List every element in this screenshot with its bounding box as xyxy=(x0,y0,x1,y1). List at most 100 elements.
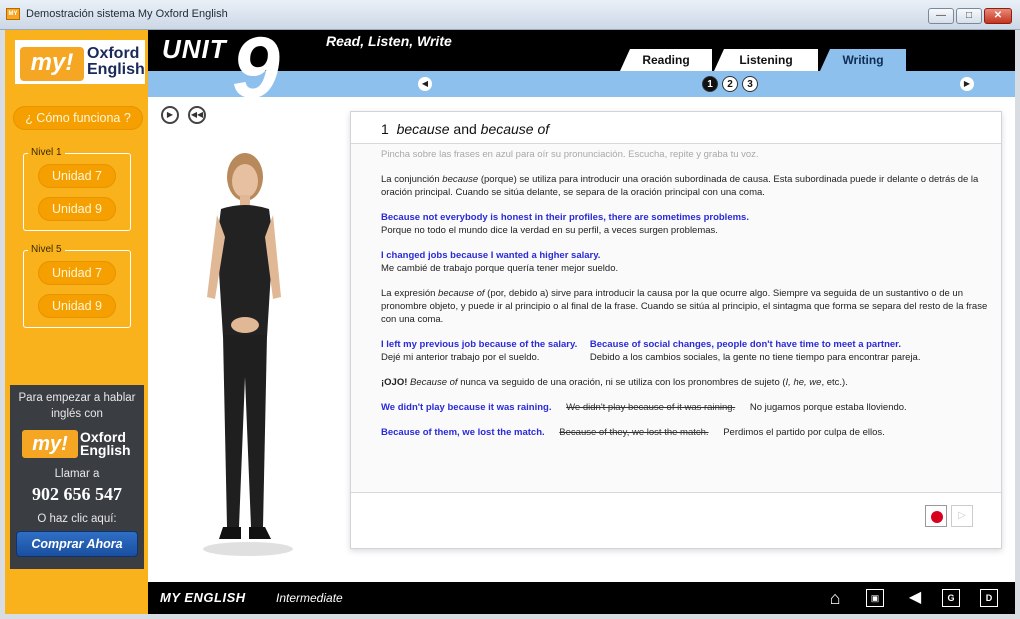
app-icon: MY xyxy=(6,8,20,20)
example-4-translation: Debido a los cambios sociales, la gente … xyxy=(589,352,921,363)
example-1: Because not everybody is honest in their… xyxy=(381,211,991,237)
example-3-audio-link[interactable]: I left my previous job because of the sa… xyxy=(381,338,577,351)
lesson-title-part2: because of xyxy=(480,121,550,137)
lesson-title: 1 because and because of xyxy=(381,121,549,137)
nivel-5-group: Nivel 5 Unidad 7 Unidad 9 xyxy=(23,244,131,328)
lesson-number: 1 xyxy=(381,121,389,137)
play-recording-button[interactable]: ▷ xyxy=(951,505,973,527)
examples-3-4: I left my previous job because of the sa… xyxy=(381,338,991,364)
example-5-translation: No jugamos porque estaba lloviendo. xyxy=(749,402,907,413)
comprar-ahora-button[interactable]: Comprar Ahora xyxy=(16,531,138,557)
promo-logo-my: my! xyxy=(22,430,78,458)
tab-listening[interactable]: Listening xyxy=(714,49,818,71)
example-5-audio-link[interactable]: We didn't play because it was raining. xyxy=(381,402,552,413)
ojo-label: ¡OJO! xyxy=(381,377,408,388)
example-6-wrong: Because of they, we lost the match. xyxy=(559,427,709,438)
promo-line-1: Para empezar a hablar xyxy=(18,392,136,404)
page-1-button[interactable]: 1 xyxy=(702,76,718,92)
instruction-text: Pincha sobre las frases en azul para oír… xyxy=(381,149,759,160)
lesson-title-part1: because xyxy=(396,121,450,137)
unit-header: UNIT 9 Read, Listen, Write Reading Liste… xyxy=(148,25,1015,111)
nivel-1-label: Nivel 1 xyxy=(28,147,65,158)
prev-page-icon[interactable]: ◀ xyxy=(418,77,432,91)
lesson-title-and: and xyxy=(449,121,481,137)
example-1-translation: Porque no todo el mundo dice la verdad e… xyxy=(381,225,718,236)
logo-text: Oxford English xyxy=(87,46,145,78)
rewind-icon[interactable]: ◀◀ xyxy=(188,106,206,124)
example-1-audio-link[interactable]: Because not everybody is honest in their… xyxy=(381,211,991,224)
example-6-translation: Perdimos el partido por culpa de ellos. xyxy=(723,427,885,438)
example-2: I changed jobs because I wanted a higher… xyxy=(381,249,991,275)
nivel-5-unidad-7-button[interactable]: Unidad 7 xyxy=(38,261,116,285)
nivel-5-unidad-9-button[interactable]: Unidad 9 xyxy=(38,294,116,318)
nivel-1-group: Nivel 1 Unidad 7 Unidad 9 xyxy=(23,147,131,231)
minimize-button[interactable]: — xyxy=(928,8,954,24)
ojo-pronouns: I, he, we xyxy=(785,377,822,388)
ojo-end: , etc.). xyxy=(821,377,848,388)
para2-text-a: La expresión xyxy=(381,288,439,299)
promo-phone: 902 656 547 xyxy=(32,484,122,504)
presenter-illustration xyxy=(207,153,281,539)
home-icon[interactable]: ⌂ xyxy=(824,587,846,609)
logo-oxford: Oxford xyxy=(87,45,140,62)
oxford-logo[interactable]: my! Oxford English xyxy=(15,40,145,84)
example-3-translation: Dejé mi anterior trabajo por el sueldo. xyxy=(381,352,540,363)
close-button[interactable]: ✕ xyxy=(984,8,1012,24)
play-icon[interactable]: ▶ xyxy=(161,106,179,124)
para1-em: because xyxy=(442,174,479,185)
presenter-shadow xyxy=(203,542,293,556)
logo-english: English xyxy=(87,61,145,78)
example-3: I left my previous job because of the sa… xyxy=(381,338,577,364)
example-6: Because of them, we lost the match. Beca… xyxy=(381,426,991,439)
section-title: Read, Listen, Write xyxy=(326,33,452,49)
lesson-stage: ▶ ◀◀ 1 because and because of Pincha sob… xyxy=(148,97,1015,582)
page-2-button[interactable]: 2 xyxy=(722,76,738,92)
unit-label: UNIT xyxy=(162,34,227,64)
example-2-translation: Me cambié de trabajo porque quería tener… xyxy=(381,263,619,274)
window-title: Demostración sistema My Oxford English xyxy=(26,8,228,20)
ojo-note: ¡OJO! Because of nunca va seguido de una… xyxy=(381,376,991,389)
example-4: Because of social changes, people don't … xyxy=(590,338,921,364)
para1-text-a: La conjunción xyxy=(381,174,443,185)
tab-writing[interactable]: Writing xyxy=(820,49,906,71)
unit-number: 9 xyxy=(232,20,280,116)
page-3-button[interactable]: 3 xyxy=(742,76,758,92)
dictionary-icon[interactable]: D xyxy=(980,589,998,607)
tab-reading[interactable]: Reading xyxy=(620,49,712,71)
lesson-footer: ▷ xyxy=(351,492,1001,548)
nivel-5-label: Nivel 5 xyxy=(28,244,65,255)
nivel-1-unidad-7-button[interactable]: Unidad 7 xyxy=(38,164,116,188)
example-5-wrong: We didn't play because of it was raining… xyxy=(566,402,736,413)
example-5: We didn't play because it was raining. W… xyxy=(381,401,991,414)
example-2-audio-link[interactable]: I changed jobs because I wanted a higher… xyxy=(381,249,991,262)
promo-click-label: O haz clic aquí: xyxy=(37,513,117,525)
logo-my: my! xyxy=(20,47,84,81)
para2-em: because of xyxy=(438,288,485,299)
promo-box: Para empezar a hablar inglés con my! Oxf… xyxy=(10,385,144,569)
footer-brand: MY ENGLISH xyxy=(160,590,246,605)
ojo-text: nunca va seguido de una oración, ni se u… xyxy=(457,377,786,388)
example-4-audio-link[interactable]: Because of social changes, people don't … xyxy=(590,338,921,351)
presenter-figure xyxy=(193,147,293,556)
window-titlebar: MY Demostración sistema My Oxford Englis… xyxy=(0,0,1020,30)
promo-call-label: Llamar a xyxy=(54,468,100,480)
sidebar: my! Oxford English ¿ Cómo funciona ? Niv… xyxy=(5,30,148,614)
footer-level: Intermediate xyxy=(276,591,343,605)
lesson-body: Pincha sobre las frases en azul para oír… xyxy=(381,148,991,451)
lesson-header: 1 because and because of xyxy=(351,112,1001,144)
app-footer: MY ENGLISH Intermediate ⌂ ▣ ◀ G D xyxy=(148,582,1015,614)
record-button[interactable] xyxy=(925,505,947,527)
grammar-icon[interactable]: G xyxy=(942,589,960,607)
promo-line-2: inglés con xyxy=(51,408,103,420)
nivel-1-unidad-9-button[interactable]: Unidad 9 xyxy=(38,197,116,221)
sound-icon[interactable]: ◀ xyxy=(904,587,926,609)
paragraph-because-of: La expresión because of (por, debido a) … xyxy=(381,287,991,326)
promo-logo: my! Oxford English xyxy=(22,430,132,460)
save-icon[interactable]: ▣ xyxy=(866,589,884,607)
ojo-em: Because of xyxy=(410,377,458,388)
maximize-button[interactable]: □ xyxy=(956,8,982,24)
next-page-icon[interactable]: ▶ xyxy=(960,77,974,91)
example-6-audio-link[interactable]: Because of them, we lost the match. xyxy=(381,427,545,438)
como-funciona-button[interactable]: ¿ Cómo funciona ? xyxy=(13,106,143,130)
promo-logo-text: Oxford English xyxy=(80,430,131,457)
